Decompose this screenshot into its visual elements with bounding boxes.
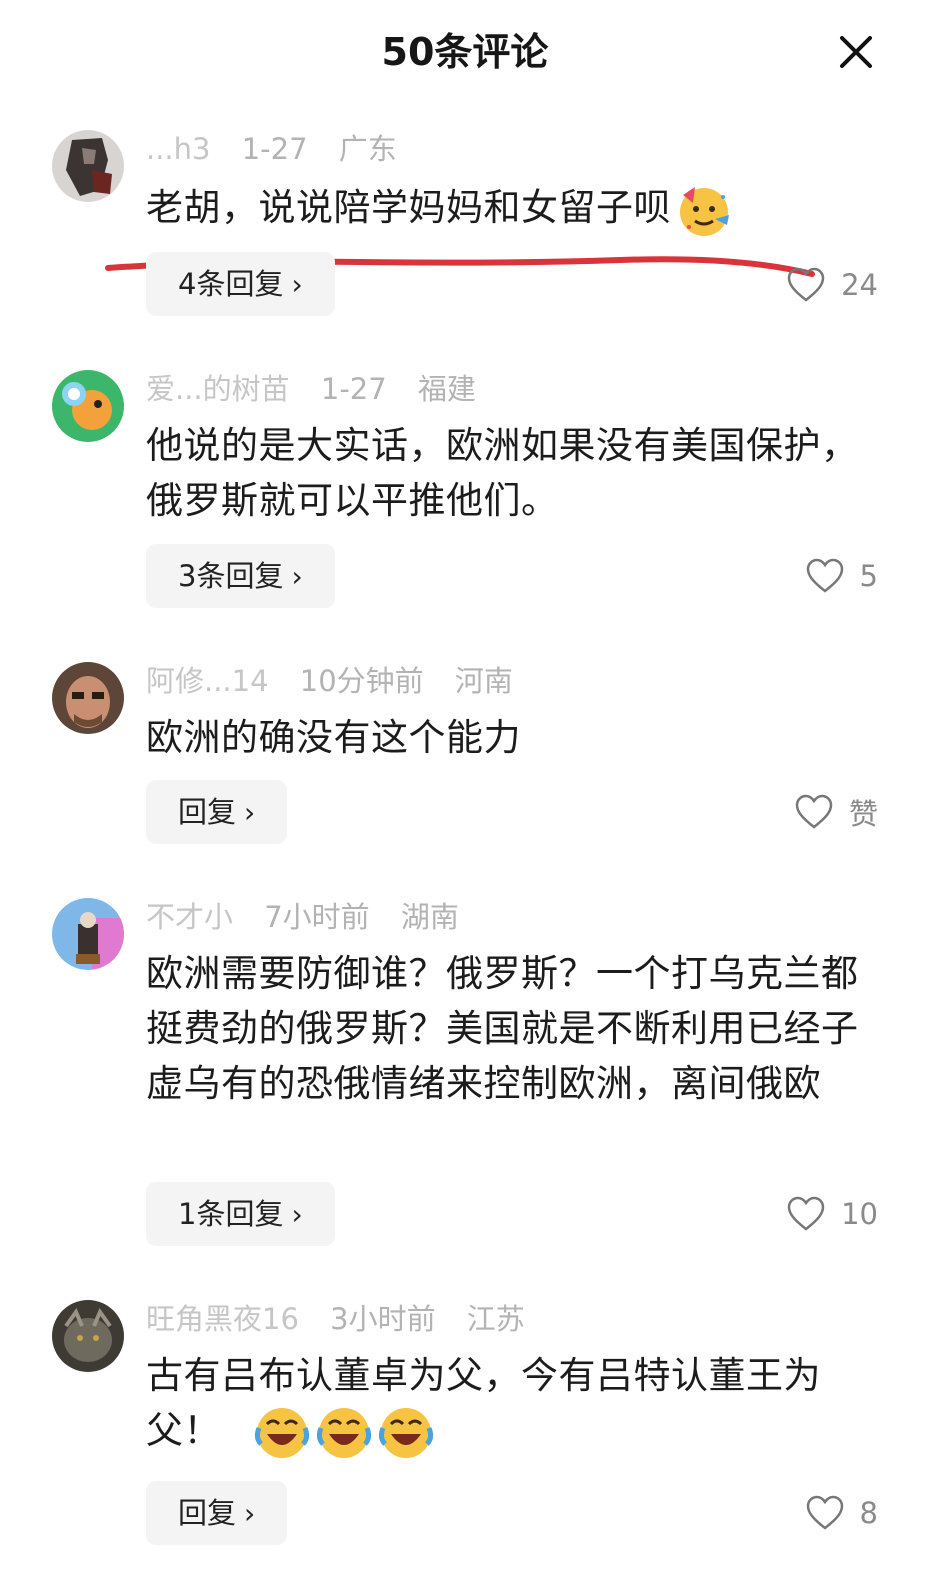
comment-meta: 爱...的树苗 1-27 福建 <box>146 371 498 407</box>
comment-date: 1-27 <box>320 372 387 406</box>
comment-body: 老胡，说说陪学妈妈和女留子呗 <box>146 186 671 229</box>
partying-face-icon <box>675 181 733 239</box>
avatar[interactable] <box>52 898 124 970</box>
comment-location: 湖南 <box>400 900 459 934</box>
username[interactable]: 阿修...14 <box>146 664 269 698</box>
reply-button[interactable]: 回复 › <box>146 780 288 844</box>
comment-location: 福建 <box>417 372 476 406</box>
comment-meta: ...h3 1-27 广东 <box>146 131 419 167</box>
avatar[interactable] <box>52 1300 124 1372</box>
comment-text: 老胡，说说陪学妈妈和女留子呗 <box>146 180 866 239</box>
comment-date: 3小时前 <box>330 1302 436 1336</box>
like-count: 赞 <box>848 797 878 831</box>
like-count: 8 <box>859 1496 878 1530</box>
like-button[interactable]: 5 <box>806 551 878 601</box>
like-button[interactable]: 24 <box>787 260 878 310</box>
comment-text: 古有吕布认董卓为父，今有吕特认董王为父！ <box>146 1348 866 1462</box>
comment-item: ...h3 1-27 广东 老胡，说说陪学妈妈和女留子呗 4条回复 › 24 <box>0 0 930 340</box>
comment-text: 欧洲需要防御谁？俄罗斯？一个打乌克兰都挺费劲的俄罗斯？美国就是不断利用已经子虚乌… <box>146 952 859 1105</box>
like-button[interactable]: 赞 <box>795 787 878 837</box>
reply-label: 4条回复 <box>178 267 284 301</box>
reply-label: 回复 <box>178 1496 237 1530</box>
view-replies-button[interactable]: 4条回复 › <box>146 252 335 316</box>
chevron-right-icon: › <box>291 268 303 301</box>
comment-date: 10分钟前 <box>299 664 424 698</box>
chevron-right-icon: › <box>244 796 256 829</box>
view-replies-button[interactable]: 3条回复 › <box>146 544 335 608</box>
reply-button[interactable]: 回复 › <box>146 1481 288 1545</box>
reply-label: 回复 <box>178 795 237 829</box>
comment-meta: 阿修...14 10分钟前 河南 <box>146 663 535 699</box>
comment-date: 7小时前 <box>264 900 370 934</box>
username[interactable]: ...h3 <box>146 132 211 166</box>
like-count: 24 <box>841 268 878 302</box>
avatar[interactable] <box>52 662 124 734</box>
comment-body: 古有吕布认董卓为父，今有吕特认董王为父！ <box>146 1354 821 1452</box>
username[interactable]: 旺角黑夜16 <box>146 1302 299 1336</box>
heart-icon <box>795 794 833 829</box>
avatar[interactable] <box>52 130 124 202</box>
heart-icon <box>787 1196 825 1231</box>
like-button[interactable]: 8 <box>806 1488 878 1538</box>
chevron-right-icon: › <box>291 560 303 593</box>
view-replies-button[interactable]: 1条回复 › <box>146 1182 335 1246</box>
rolling-laughing-icon <box>377 1404 435 1462</box>
username[interactable]: 爱...的树苗 <box>146 372 290 406</box>
comment-text: 欧洲的确没有这个能力 <box>146 716 521 759</box>
comment-location: 江苏 <box>466 1302 525 1336</box>
comment-location: 河南 <box>454 664 513 698</box>
comment-text: 他说的是大实话，欧洲如果没有美国保护，俄罗斯就可以平推他们。 <box>146 424 859 522</box>
heart-icon <box>806 1495 843 1530</box>
avatar[interactable] <box>52 370 124 442</box>
comment-meta: 旺角黑夜16 3小时前 江苏 <box>146 1301 547 1337</box>
reply-label: 1条回复 <box>178 1197 284 1231</box>
comment-date: 1-27 <box>241 132 308 166</box>
comment-location: 广东 <box>338 132 397 166</box>
rolling-laughing-icon <box>315 1404 373 1462</box>
like-count: 10 <box>841 1197 878 1231</box>
rolling-laughing-icon <box>253 1404 311 1462</box>
username[interactable]: 不才小 <box>146 900 233 934</box>
like-count: 5 <box>859 559 878 593</box>
chevron-right-icon: › <box>291 1198 303 1231</box>
like-button[interactable]: 10 <box>787 1189 878 1239</box>
comment-meta: 不才小 7小时前 湖南 <box>146 899 481 935</box>
chevron-right-icon: › <box>244 1497 256 1530</box>
heart-icon <box>806 558 843 593</box>
heart-icon <box>787 267 825 302</box>
reply-label: 3条回复 <box>178 559 284 593</box>
